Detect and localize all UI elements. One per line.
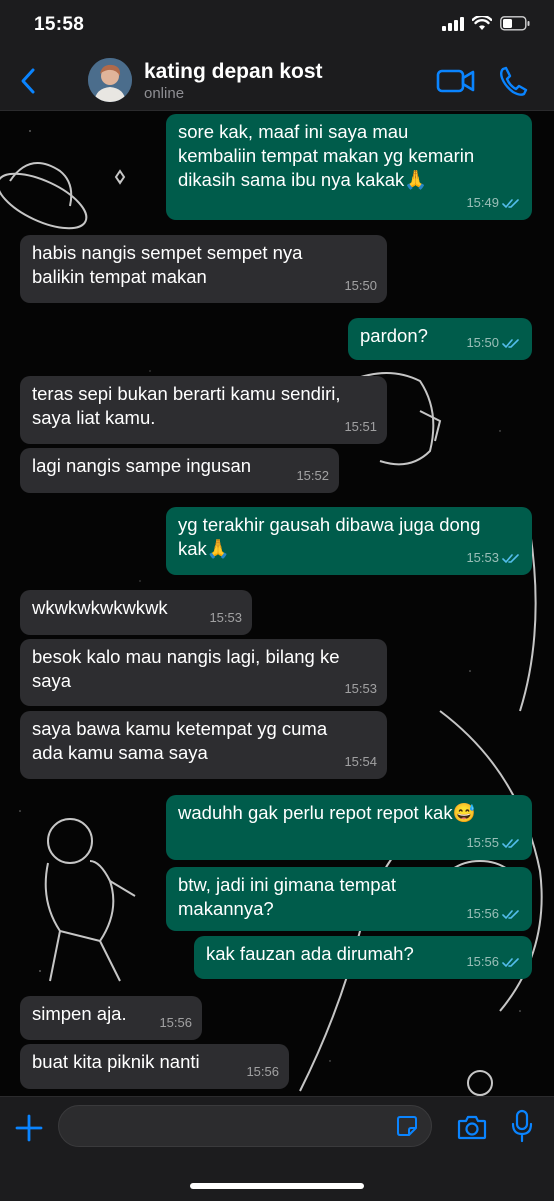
phone-call-icon[interactable] — [498, 65, 528, 97]
message-text: saya bawa kamu ketempat yg cuma ada kamu… — [32, 718, 328, 763]
sticker-icon[interactable] — [396, 1115, 418, 1137]
read-receipt-icon — [502, 909, 519, 919]
message-bubble-incoming[interactable]: wkwkwkwkwkwk 15:53 — [20, 590, 252, 635]
message-input[interactable] — [58, 1105, 432, 1147]
message-bubble-outgoing[interactable]: yg terakhir gausah dibawa juga dong kak🙏… — [166, 507, 532, 575]
message-time: 15:55 — [466, 835, 499, 850]
message-text: teras sepi bukan berarti kamu sendiri, s… — [32, 383, 341, 428]
message-meta: 15:54 — [344, 750, 377, 774]
message-meta: 15:50 — [466, 331, 522, 355]
message-time: 15:50 — [344, 278, 377, 293]
message-time: 15:51 — [344, 419, 377, 434]
microphone-icon[interactable] — [510, 1109, 534, 1143]
message-time: 15:53 — [209, 610, 242, 625]
message-meta: 15:49 — [466, 191, 522, 215]
message-bubble-incoming[interactable]: besok kalo mau nangis lagi, bilang ke sa… — [20, 639, 387, 706]
message-time: 15:54 — [344, 754, 377, 769]
plus-icon[interactable] — [14, 1113, 44, 1143]
read-receipt-icon — [502, 198, 519, 208]
message-bubble-incoming[interactable]: teras sepi bukan berarti kamu sendiri, s… — [20, 376, 387, 444]
message-meta: 15:50 — [344, 274, 377, 298]
message-meta: 15:53 — [344, 677, 377, 701]
message-meta: 15:55 — [466, 831, 522, 855]
message-bubble-outgoing[interactable]: btw, jadi ini gimana tempat makannya? 15… — [166, 867, 532, 931]
message-bubble-outgoing[interactable]: waduhh gak perlu repot repot kak😅 15:55 — [166, 795, 532, 860]
back-chevron-icon[interactable] — [16, 66, 42, 96]
message-time: 15:53 — [466, 550, 499, 565]
message-bubble-outgoing[interactable]: kak fauzan ada dirumah? 15:56 — [194, 936, 532, 979]
message-text: besok kalo mau nangis lagi, bilang ke sa… — [32, 646, 340, 691]
message-bubble-incoming[interactable]: simpen aja. 15:56 — [20, 996, 202, 1040]
signal-icon — [442, 16, 464, 31]
camera-icon[interactable] — [457, 1114, 487, 1140]
status-bar: 15:58 — [0, 0, 554, 54]
read-receipt-icon — [502, 338, 519, 348]
read-receipt-icon — [502, 553, 519, 563]
chat-header: kating depan kost online — [0, 54, 554, 111]
video-call-icon[interactable] — [436, 66, 476, 96]
message-bubble-outgoing[interactable]: sore kak, maaf ini saya mau kembaliin te… — [166, 114, 532, 220]
message-time: 15:56 — [466, 906, 499, 921]
message-time: 15:56 — [246, 1064, 279, 1079]
chat-area[interactable]: sore kak, maaf ini saya mau kembaliin te… — [0, 111, 554, 1096]
message-time: 15:56 — [466, 954, 499, 969]
message-text: habis nangis sempet sempet nya balikin t… — [32, 242, 303, 287]
avatar[interactable] — [88, 58, 132, 102]
message-bubble-incoming[interactable]: habis nangis sempet sempet nya balikin t… — [20, 235, 387, 303]
message-time: 15:49 — [466, 195, 499, 210]
home-indicator — [190, 1183, 364, 1189]
message-meta: 15:56 — [159, 1011, 192, 1035]
message-text: lagi nangis sampe ingusan — [32, 455, 252, 476]
message-bubble-outgoing[interactable]: pardon? 15:50 — [348, 318, 532, 360]
message-text: buat kita piknik nanti — [32, 1051, 200, 1072]
contact-name[interactable]: kating depan kost — [144, 60, 323, 84]
read-receipt-icon — [502, 838, 519, 848]
message-meta: 15:56 — [466, 950, 522, 974]
message-time: 15:52 — [296, 468, 329, 483]
message-meta: 15:53 — [466, 546, 522, 570]
message-meta: 15:53 — [209, 606, 242, 630]
message-bubble-incoming[interactable]: saya bawa kamu ketempat yg cuma ada kamu… — [20, 711, 387, 779]
battery-icon — [500, 16, 530, 31]
message-time: 15:53 — [344, 681, 377, 696]
message-meta: 15:56 — [246, 1060, 279, 1084]
message-input-bar — [0, 1096, 554, 1201]
wifi-icon — [472, 16, 492, 30]
message-text: sore kak, maaf ini saya mau kembaliin te… — [178, 121, 475, 190]
status-icons — [442, 16, 530, 31]
message-meta: 15:52 — [296, 464, 329, 488]
read-receipt-icon — [502, 957, 519, 967]
message-text: waduhh gak perlu repot repot kak😅 — [178, 802, 476, 823]
message-time: 15:56 — [159, 1015, 192, 1030]
message-bubble-incoming[interactable]: lagi nangis sampe ingusan 15:52 — [20, 448, 339, 493]
message-time: 15:50 — [466, 335, 499, 350]
message-bubble-incoming[interactable]: buat kita piknik nanti 15:56 — [20, 1044, 289, 1089]
contact-status: online — [144, 85, 185, 102]
message-meta: 15:51 — [344, 415, 377, 439]
status-time: 15:58 — [34, 14, 85, 35]
message-meta: 15:56 — [466, 902, 522, 926]
